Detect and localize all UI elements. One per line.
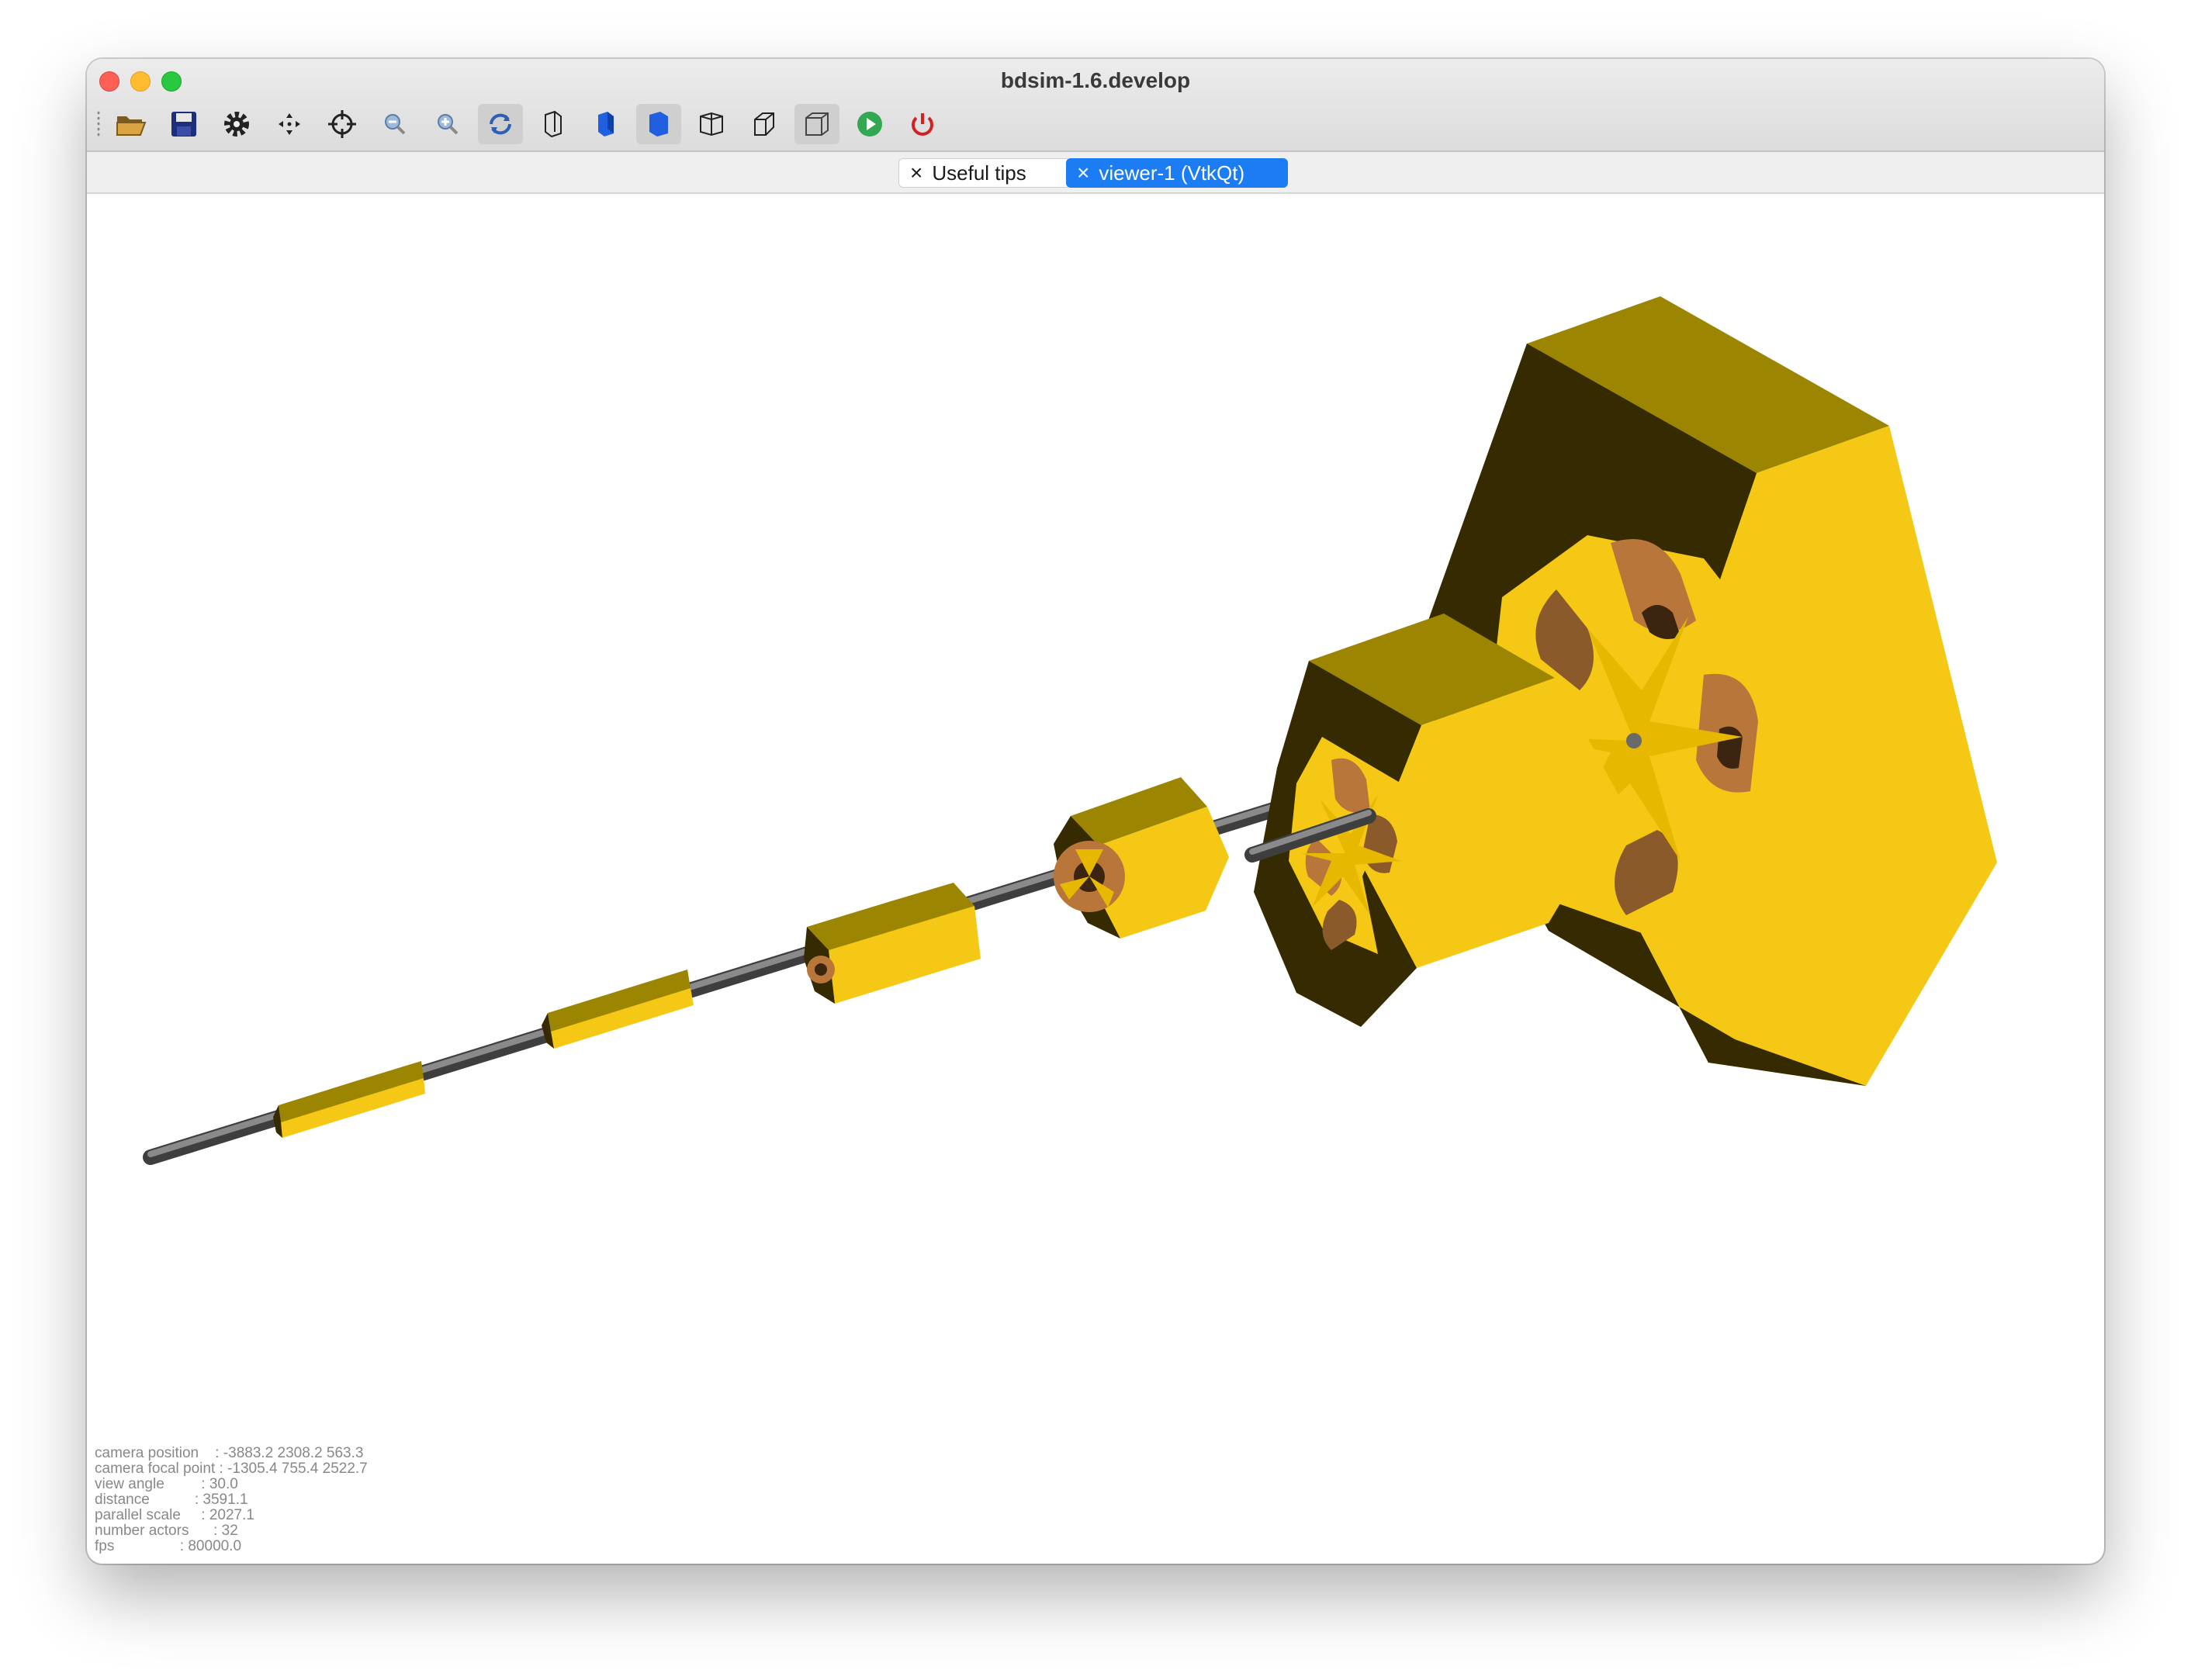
window-title: bdsim-1.6.develop: [1000, 68, 1191, 92]
close-tab-icon[interactable]: ×: [1077, 161, 1089, 185]
camera-focal-point-row: camera focal point : -1305.4 755.4 2522.…: [95, 1460, 368, 1477]
zoom-in-icon[interactable]: [425, 104, 470, 144]
quit-icon[interactable]: [900, 104, 945, 144]
move-icon[interactable]: [267, 104, 312, 144]
tab-strip: × Useful tips × viewer-1 (VtkQt): [87, 152, 2104, 194]
close-tab-icon[interactable]: ×: [910, 161, 922, 185]
pick-target-icon[interactable]: [320, 104, 365, 144]
open-folder-icon[interactable]: [109, 104, 154, 144]
tab-label: Useful tips: [932, 161, 1026, 185]
zoom-out-icon[interactable]: [372, 104, 417, 144]
perspective-icon[interactable]: [742, 104, 787, 144]
tab-viewer-1[interactable]: × viewer-1 (VtkQt): [1066, 158, 1288, 188]
number-actors-row: number actors : 32: [95, 1523, 238, 1539]
parallel-scale-row: parallel scale : 2027.1: [95, 1507, 254, 1523]
magnet-4: [1054, 777, 1229, 939]
save-icon[interactable]: [161, 104, 206, 144]
ortho-icon[interactable]: [794, 104, 839, 144]
solid-icon[interactable]: [583, 104, 628, 144]
run-icon[interactable]: [847, 104, 892, 144]
magnet-3: [804, 883, 981, 1004]
fps-row: fps : 80000.0: [95, 1538, 242, 1554]
distance-row: distance : 3591.1: [95, 1492, 248, 1508]
camera-position-row: camera position : -3883.2 2308.2 563.3: [95, 1445, 364, 1461]
settings-gear-icon[interactable]: [214, 104, 259, 144]
3d-scene[interactable]: [90, 194, 2101, 1561]
toolbar-grip[interactable]: [96, 110, 101, 138]
view-angle-row: view angle : 30.0: [95, 1476, 238, 1492]
vtk-viewport[interactable]: camera position : -3883.2 2308.2 563.3 c…: [90, 194, 2101, 1561]
rotate-icon[interactable]: [478, 104, 523, 144]
tab-label: viewer-1 (VtkQt): [1099, 161, 1245, 185]
wireframe-icon[interactable]: [689, 104, 734, 144]
title-bar: bdsim-1.6.develop: [87, 59, 2104, 152]
hidden-line-icon[interactable]: [531, 104, 576, 144]
tab-useful-tips[interactable]: × Useful tips: [898, 158, 1071, 188]
camera-info-overlay: camera position : -3883.2 2308.2 563.3 c…: [95, 1446, 368, 1554]
surface-icon[interactable]: [636, 104, 681, 144]
toolbar: [96, 104, 953, 144]
magnet-2: [542, 970, 694, 1049]
magnet-1: [273, 1061, 425, 1138]
app-window: bdsim-1.6.develop × Useful tips × viewer…: [87, 59, 2104, 1564]
